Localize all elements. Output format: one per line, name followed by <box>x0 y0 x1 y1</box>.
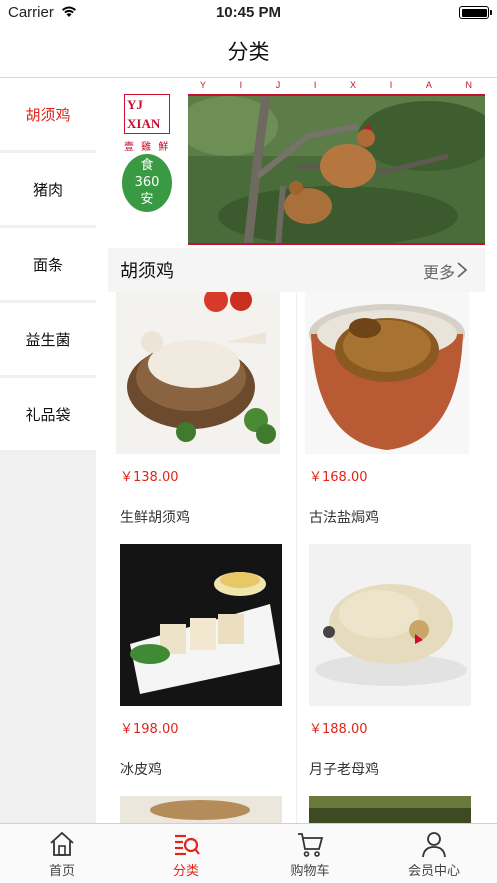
badge-line: 食 <box>140 158 154 173</box>
sidebar-item-noodles[interactable]: 面条 <box>0 228 96 300</box>
banner-photo-chickens-in-tree <box>188 96 485 245</box>
tab-category[interactable]: 分类 <box>124 824 248 883</box>
food-safety-badge: 食 360 安 <box>122 154 172 212</box>
sidebar-item-label: 猪肉 <box>32 180 63 199</box>
logo-chinese-name: 壹 雞 鮮 <box>124 142 171 153</box>
product-card[interactable]: ￥138.00 生鲜胡须鸡 <box>108 292 296 544</box>
category-banner[interactable]: Y I J I X I A N YJ XIAN 壹 雞 鮮 食 360 安 <box>108 78 485 245</box>
logo-mark-line: YJ <box>127 97 143 112</box>
tab-label: 购物车 <box>290 864 330 879</box>
status-bar: Carrier 10:45 PM <box>0 0 497 26</box>
banner-letter: A <box>425 80 433 90</box>
product-price: ￥138.00 <box>120 470 179 485</box>
tab-label: 分类 <box>172 864 199 879</box>
cart-icon <box>298 833 324 857</box>
banner-letter: X <box>350 80 358 90</box>
product-card[interactable] <box>108 796 296 823</box>
section-title: 胡须鸡 <box>120 261 174 282</box>
category-content: Y I J I X I A N YJ XIAN 壹 雞 鮮 食 360 安 胡须… <box>108 78 485 823</box>
tab-member-center[interactable]: 会员中心 <box>372 824 496 883</box>
product-image-partial <box>309 796 471 823</box>
product-price: ￥168.00 <box>309 470 368 485</box>
banner-letters: Y I J I X I A N <box>188 80 485 90</box>
product-price: ￥198.00 <box>120 722 179 737</box>
tab-label: 首页 <box>48 864 75 879</box>
logo-mark-line: XIAN <box>127 116 161 131</box>
banner-letter: I <box>239 80 244 90</box>
sidebar-item-label: 礼品袋 <box>25 405 71 424</box>
product-name: 月子老母鸡 <box>309 762 379 778</box>
sidebar-item-probiotics[interactable]: 益生菌 <box>0 303 96 375</box>
banner-letter: J <box>275 80 282 90</box>
more-link[interactable]: 更多 <box>423 259 455 283</box>
chevron-right-icon[interactable] <box>455 261 469 279</box>
section-header: 胡须鸡 更多 <box>108 248 485 292</box>
product-image-ice-skin-chicken <box>120 544 282 706</box>
banner-letter: I <box>313 80 318 90</box>
product-image-raw-chicken <box>116 292 280 454</box>
banner-letter: N <box>465 80 473 90</box>
product-card[interactable] <box>297 796 485 823</box>
banner-letter: I <box>389 80 394 90</box>
product-image-hen <box>309 544 471 706</box>
product-card[interactable]: ￥198.00 冰皮鸡 <box>108 544 296 796</box>
battery-icon <box>459 6 492 19</box>
home-icon <box>50 831 74 856</box>
product-image-salt-baked-chicken <box>305 292 469 454</box>
sidebar-item-huxuji[interactable]: 胡须鸡 <box>0 78 96 150</box>
sidebar-item-label: 面条 <box>32 255 63 274</box>
product-name: 冰皮鸡 <box>120 762 162 778</box>
product-name: 古法盐焗鸡 <box>309 510 379 526</box>
product-card[interactable]: ￥188.00 月子老母鸡 <box>297 544 485 796</box>
tab-home[interactable]: 首页 <box>0 824 124 883</box>
product-image-partial <box>120 796 282 823</box>
page-title: 分类 <box>227 40 270 64</box>
product-price: ￥188.00 <box>309 722 368 737</box>
badge-line: 360 <box>134 175 160 190</box>
brand-logo: YJ XIAN 壹 雞 鮮 食 360 安 <box>118 94 188 244</box>
category-icon <box>175 834 200 856</box>
sidebar-item-pork[interactable]: 猪肉 <box>0 153 96 225</box>
category-sidebar: 胡须鸡 猪肉 面条 益生菌 礼品袋 <box>0 78 96 823</box>
tab-label: 会员中心 <box>407 864 460 879</box>
clock: 10:45 PM <box>215 4 282 21</box>
product-card[interactable]: ￥168.00 古法盐焗鸡 <box>297 292 485 544</box>
tab-cart[interactable]: 购物车 <box>248 824 372 883</box>
tab-bar: 首页 分类 购物车 会员中心 <box>0 823 497 883</box>
banner-letter: Y <box>200 80 208 90</box>
product-name: 生鲜胡须鸡 <box>120 510 190 526</box>
sidebar-item-label: 益生菌 <box>25 330 71 349</box>
sidebar-item-gift-bag[interactable]: 礼品袋 <box>0 378 96 450</box>
navigation-bar: 分类 <box>0 26 497 78</box>
sidebar-item-label: 胡须鸡 <box>25 105 71 124</box>
logo-mark: YJ XIAN <box>124 94 170 134</box>
user-icon <box>422 832 446 858</box>
badge-line: 安 <box>140 192 154 207</box>
